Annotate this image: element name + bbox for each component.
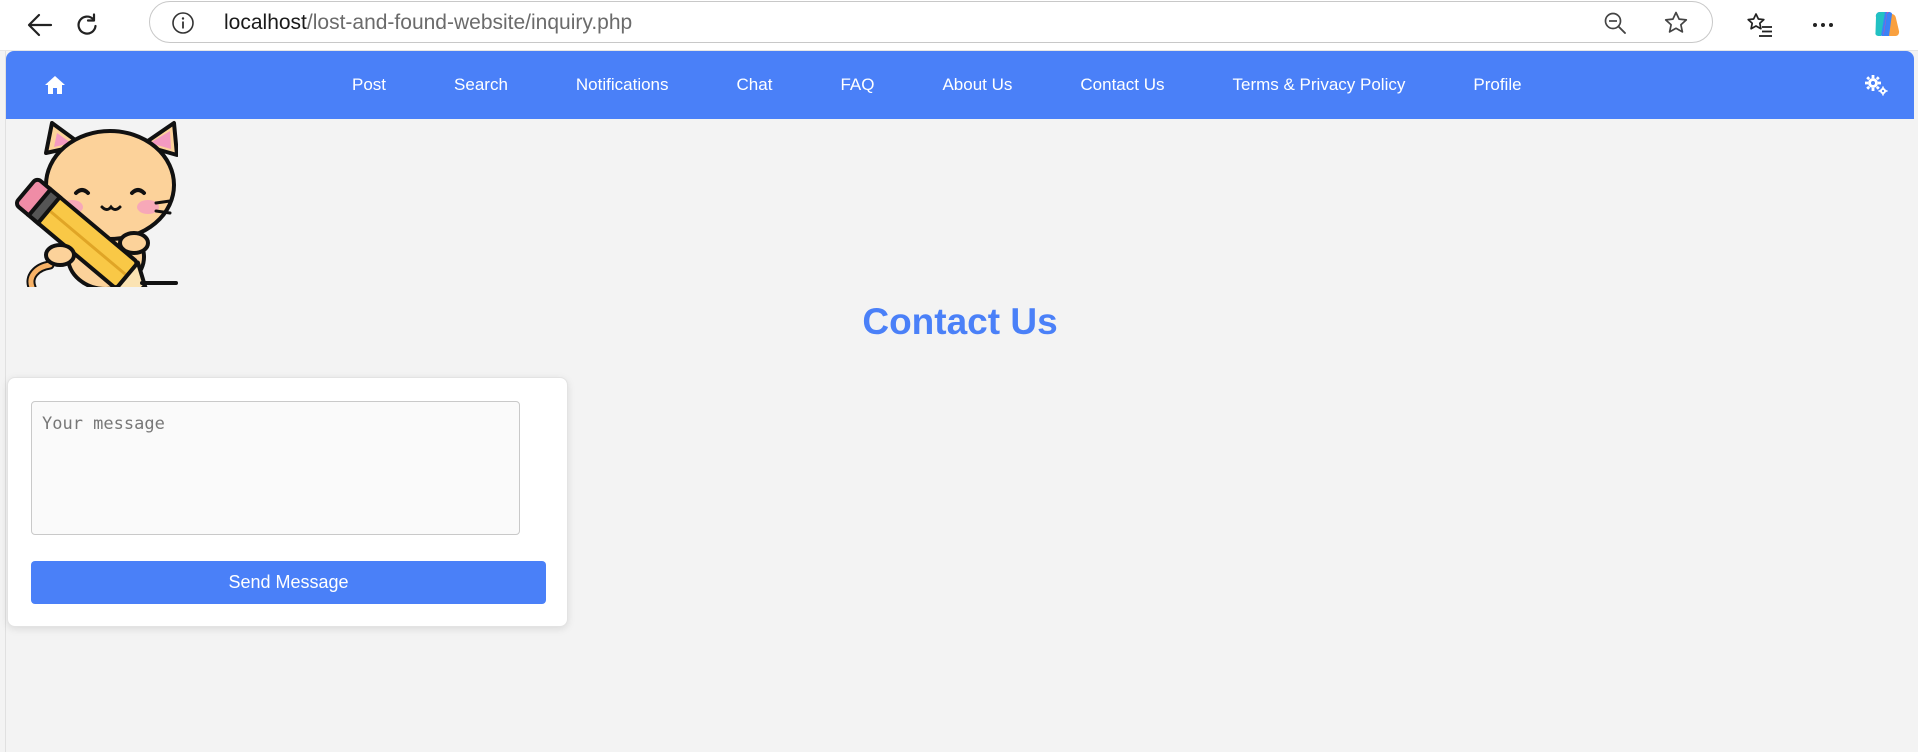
top-navbar: Post Search Notifications Chat FAQ About…	[6, 51, 1914, 119]
cat-with-pencil-illustration	[10, 117, 179, 295]
url-host: localhost	[224, 11, 307, 34]
url-text[interactable]: localhost/lost-and-found-website/inquiry…	[224, 11, 632, 35]
home-icon[interactable]	[41, 71, 69, 99]
page-viewport: Post Search Notifications Chat FAQ About…	[5, 51, 1914, 752]
send-message-button[interactable]: Send Message	[31, 561, 546, 604]
gears-icon[interactable]	[1862, 71, 1890, 99]
contact-form-card: Send Message	[7, 377, 568, 627]
back-arrow-icon[interactable]	[20, 5, 60, 45]
zoom-out-icon[interactable]	[1602, 10, 1628, 36]
nav-faq[interactable]: FAQ	[806, 75, 908, 95]
nav-about-us[interactable]: About Us	[908, 75, 1046, 95]
nav-search[interactable]: Search	[420, 75, 542, 95]
page-title: Contact Us	[862, 301, 1058, 342]
nav-post[interactable]: Post	[318, 75, 420, 95]
nav-chat[interactable]: Chat	[703, 75, 807, 95]
favorite-star-icon[interactable]	[1662, 9, 1690, 37]
favorites-list-icon[interactable]	[1740, 5, 1780, 45]
info-icon[interactable]	[170, 10, 196, 36]
nav-terms-privacy[interactable]: Terms & Privacy Policy	[1198, 75, 1439, 95]
browser-toolbar: localhost/lost-and-found-website/inquiry…	[0, 0, 1918, 51]
copilot-icon[interactable]	[1866, 5, 1906, 45]
refresh-icon[interactable]	[67, 5, 107, 45]
message-textarea[interactable]	[31, 401, 520, 535]
nav-links: Post Search Notifications Chat FAQ About…	[318, 51, 1556, 119]
address-bar[interactable]: localhost/lost-and-found-website/inquiry…	[149, 1, 1713, 43]
nav-notifications[interactable]: Notifications	[542, 75, 703, 95]
nav-profile[interactable]: Profile	[1439, 75, 1555, 95]
url-path: /lost-and-found-website/inquiry.php	[306, 11, 633, 34]
more-options-icon[interactable]	[1803, 5, 1843, 45]
nav-contact-us[interactable]: Contact Us	[1046, 75, 1198, 95]
